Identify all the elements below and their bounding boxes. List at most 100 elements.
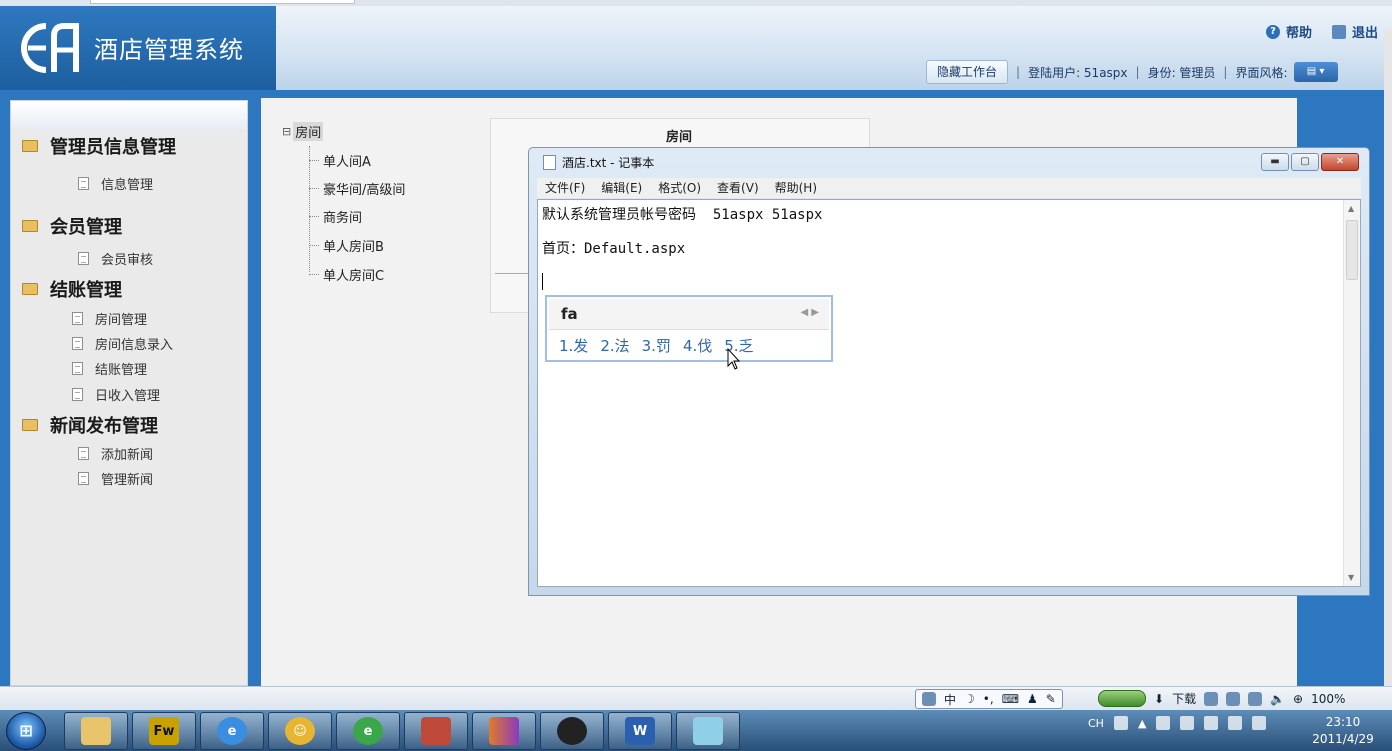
page-icon: [72, 312, 83, 325]
menu-group-label: 会员管理: [50, 217, 122, 238]
menu-item-info-management[interactable]: 信息管理: [78, 174, 153, 193]
close-button[interactable]: ✕: [1321, 153, 1359, 171]
toggle-icon[interactable]: [1098, 690, 1146, 707]
download-label[interactable]: 下载: [1172, 690, 1196, 707]
menu-item-label: 房间信息录入: [95, 338, 174, 353]
user-role: 身份: 管理员: [1147, 65, 1216, 80]
taskbar-internet-explorer[interactable]: e: [200, 712, 264, 750]
tray-volume-icon[interactable]: [1204, 716, 1219, 730]
clock-time: 23:10: [1325, 715, 1361, 729]
start-button[interactable]: ⊞: [6, 712, 46, 750]
window-icon[interactable]: [1204, 691, 1219, 706]
taskbar-browser[interactable]: e: [336, 712, 400, 750]
notepad-title: 酒店.txt - 记事本: [562, 156, 655, 170]
volume-icon[interactable]: 🔈: [1270, 692, 1285, 706]
tray-expand-icon[interactable]: ▲: [1138, 717, 1146, 730]
tree-item-business[interactable]: 商务间: [309, 207, 362, 226]
menu-item-manage-news[interactable]: 管理新闻: [78, 469, 153, 488]
tray-language[interactable]: CH: [1088, 717, 1104, 730]
minimize-button[interactable]: ▬: [1261, 153, 1289, 171]
page-status-icon[interactable]: [1226, 691, 1241, 706]
taskbar-notepad[interactable]: [676, 712, 740, 750]
menu-group-checkout[interactable]: 结账管理: [22, 276, 122, 302]
vertical-scrollbar[interactable]: ▲ ▼: [1343, 200, 1360, 586]
help-link[interactable]: 帮助: [1286, 22, 1312, 41]
logout-link[interactable]: 退出: [1352, 22, 1378, 41]
tray-device-icon[interactable]: [1252, 716, 1267, 730]
tree-item-label: 单人房间B: [323, 240, 384, 255]
theme-dropdown-button[interactable]: ▤ ▾: [1293, 62, 1338, 82]
download-icon[interactable]: ⬇: [1154, 692, 1164, 706]
ime-candidate[interactable]: 4.伐: [683, 335, 712, 356]
menu-help[interactable]: 帮助(H): [775, 178, 817, 198]
menu-group-admin-info[interactable]: 管理员信息管理: [22, 133, 176, 159]
scroll-up-icon[interactable]: ▲: [1348, 204, 1354, 213]
menu-file[interactable]: 文件(F): [545, 178, 585, 198]
language-bar[interactable]: 中 ☽ •, ⌨ ♟ ✎: [915, 689, 1063, 709]
tree-item-deluxe[interactable]: 豪华间/高级间: [309, 179, 405, 198]
zoom-level[interactable]: 100%: [1311, 692, 1345, 706]
zoom-icon[interactable]: ⊕: [1293, 692, 1303, 706]
chinese-mode[interactable]: 中: [944, 691, 956, 708]
taskbar-fireworks[interactable]: Fw: [132, 712, 196, 750]
taskbar-file-manager[interactable]: [64, 712, 128, 750]
moon-icon[interactable]: ☽: [964, 692, 975, 706]
taskbar-qq-game[interactable]: ☺: [268, 712, 332, 750]
user-toolbar: 隐藏工作台 | 登陆用户: 51aspx | 身份: 管理员 | 界面风格: ▤…: [926, 60, 1338, 84]
tree-item-single-b[interactable]: 单人房间B: [309, 236, 384, 255]
menu-item-member-review[interactable]: 会员审核: [78, 249, 153, 268]
menu-edit[interactable]: 编辑(E): [601, 178, 642, 198]
address-bar[interactable]: [90, 0, 355, 4]
taskbar-toolbox[interactable]: [404, 712, 468, 750]
help-icon[interactable]: ?: [1265, 24, 1280, 39]
menu-group-member[interactable]: 会员管理: [22, 213, 122, 239]
punctuation-icon[interactable]: •,: [983, 692, 994, 706]
menu-item-checkout-management[interactable]: 结账管理: [72, 359, 147, 378]
ime-candidate[interactable]: 3.罚: [642, 335, 671, 356]
tree-item-single-c[interactable]: 单人房间C: [309, 265, 384, 284]
tree-root[interactable]: ⊟ 房间: [282, 122, 324, 141]
ime-icon[interactable]: [922, 692, 936, 706]
tray-network-icon[interactable]: [1180, 716, 1195, 730]
status-right: ⬇ 下载 🔈 ⊕ 100%: [1098, 690, 1345, 707]
menu-item-label: 添加新闻: [101, 448, 154, 463]
tree-item-label: 单人房间C: [323, 269, 385, 284]
notepad-text-area[interactable]: 默认系统管理员帐号密码 51aspx 51aspx 首页：Default.asp…: [537, 199, 1361, 587]
page-icon: [72, 388, 83, 401]
keyboard-icon[interactable]: ⌨: [1002, 692, 1019, 706]
folder-icon: [22, 140, 38, 152]
menu-view[interactable]: 查看(V): [717, 178, 759, 198]
page-icon: [72, 362, 83, 375]
taskbar-word[interactable]: W: [608, 712, 672, 750]
word-icon: W: [625, 717, 655, 745]
menu-item-room-entry[interactable]: 房间信息录入: [72, 334, 173, 353]
menu-item-room-management[interactable]: 房间管理: [72, 309, 147, 328]
tree-item-label: 商务间: [323, 211, 363, 226]
tray-qq-icon[interactable]: [1228, 716, 1243, 730]
menu-item-daily-income[interactable]: 日收入管理: [72, 385, 160, 404]
taskbar-media[interactable]: [472, 712, 536, 750]
system-clock[interactable]: 23:10 2011/4/29: [1308, 714, 1378, 748]
logout-icon[interactable]: [1331, 24, 1346, 39]
tree-item-single-a[interactable]: 单人间A: [309, 151, 371, 170]
menu-item-add-news[interactable]: 添加新闻: [78, 444, 153, 463]
ime-candidate[interactable]: 2.法: [600, 335, 629, 356]
menu-format[interactable]: 格式(O): [658, 178, 701, 198]
ime-candidate[interactable]: 1.发: [559, 335, 588, 356]
menu-group-news[interactable]: 新闻发布管理: [22, 412, 158, 438]
tray-security-icon[interactable]: [1156, 716, 1171, 730]
tools-icon[interactable]: ✎: [1046, 692, 1056, 706]
taskbar-qq[interactable]: [540, 712, 604, 750]
scroll-down-icon[interactable]: ▼: [1348, 573, 1354, 582]
scroll-thumb[interactable]: [1346, 220, 1358, 280]
tree-collapse-icon[interactable]: ⊟: [282, 125, 291, 138]
taskbar: ⊞ Fw e ☺ e W CH ▲ 23:10 2011/4/29: [0, 710, 1392, 751]
user-icon[interactable]: ♟: [1027, 692, 1038, 706]
ime-page-arrows-icon[interactable]: ◀ ▶: [800, 307, 819, 318]
maximize-button[interactable]: ▢: [1291, 153, 1319, 171]
display-icon[interactable]: [1248, 691, 1263, 706]
page-icon: [78, 472, 89, 485]
notepad-window: 酒店.txt - 记事本 ▬ ▢ ✕ 文件(F) 编辑(E) 格式(O) 查看(…: [528, 147, 1370, 596]
hide-workbench-button[interactable]: 隐藏工作台: [926, 60, 1009, 84]
tray-ime-icon[interactable]: [1113, 716, 1128, 730]
